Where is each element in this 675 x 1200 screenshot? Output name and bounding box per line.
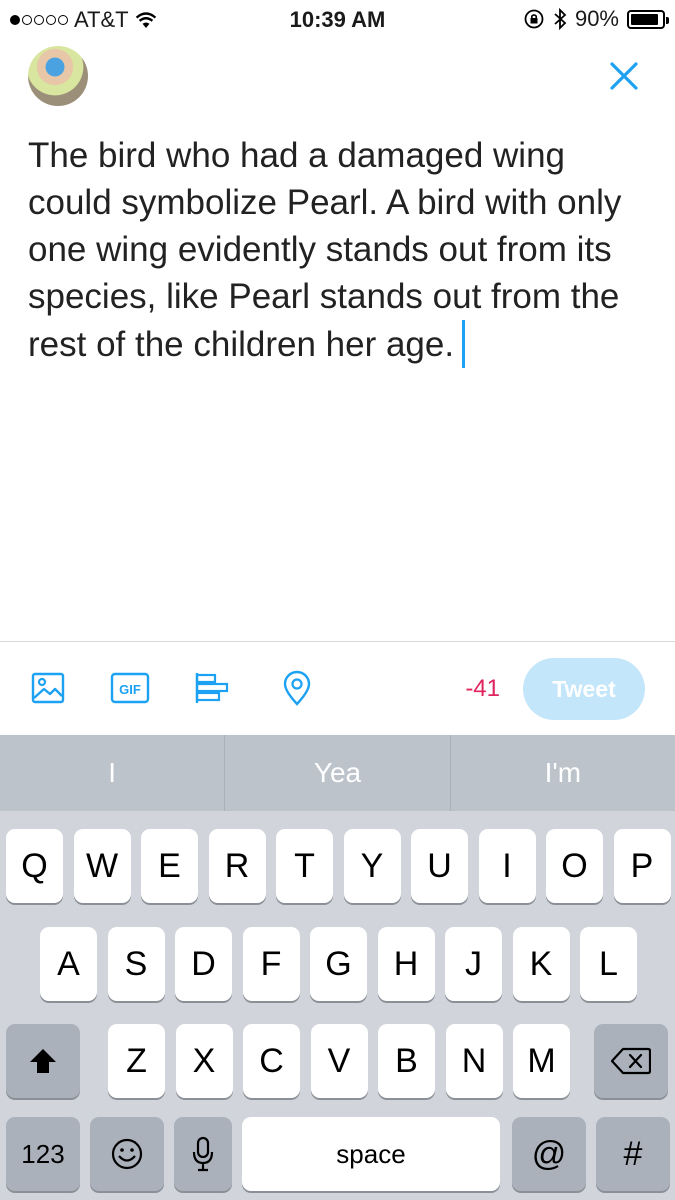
location-pin-icon	[283, 670, 311, 706]
space-key[interactable]: space	[242, 1117, 500, 1191]
dictation-key[interactable]	[174, 1117, 232, 1191]
character-count: -41	[465, 675, 500, 702]
backspace-icon	[611, 1047, 651, 1075]
battery-percent: 90%	[574, 6, 619, 31]
add-gif-button[interactable]: GIF	[110, 668, 150, 708]
divider	[0, 641, 675, 642]
letter-key[interactable]: R	[208, 829, 266, 903]
letter-key[interactable]: M	[513, 1024, 570, 1098]
numbers-key[interactable]: 123	[6, 1117, 80, 1191]
image-icon	[31, 672, 65, 704]
avatar[interactable]	[28, 46, 88, 106]
status-right: 90%	[523, 6, 669, 32]
letter-key[interactable]: S	[107, 927, 165, 1001]
letter-key[interactable]: N	[445, 1024, 503, 1098]
letter-key[interactable]: Z	[108, 1024, 165, 1098]
gif-icon: GIF	[110, 672, 150, 704]
shift-key[interactable]	[6, 1024, 80, 1098]
letter-key[interactable]: C	[243, 1024, 300, 1098]
bluetooth-icon	[554, 8, 567, 30]
suggestion-item[interactable]: Yea	[224, 735, 449, 811]
letter-key[interactable]: W	[73, 829, 131, 903]
add-photo-button[interactable]	[28, 668, 68, 708]
letter-key[interactable]: D	[175, 927, 232, 1001]
battery-icon	[627, 9, 669, 29]
status-bar: AT&T 10:39 AM 90%	[0, 0, 675, 40]
tweet-text: The bird who had a damaged wing could sy…	[28, 136, 622, 364]
letter-key[interactable]: K	[512, 927, 570, 1001]
backspace-key[interactable]	[594, 1024, 668, 1098]
letter-key[interactable]: V	[310, 1024, 368, 1098]
letter-key[interactable]: O	[546, 829, 603, 903]
close-button[interactable]	[600, 52, 648, 100]
letter-key[interactable]: Q	[6, 829, 63, 903]
letter-key[interactable]: H	[377, 927, 435, 1001]
letter-key[interactable]: A	[40, 927, 97, 1001]
letter-key[interactable]: L	[580, 927, 637, 1001]
poll-icon	[195, 673, 229, 703]
suggestion-item[interactable]: I'm	[449, 735, 675, 811]
tweet-compose-field[interactable]: The bird who had a damaged wing could sy…	[28, 132, 648, 368]
letter-key[interactable]: G	[310, 927, 367, 1001]
letter-key[interactable]: T	[276, 829, 333, 903]
letter-key[interactable]: X	[175, 1024, 233, 1098]
letter-key[interactable]: B	[378, 1024, 435, 1098]
close-icon	[610, 62, 638, 90]
letter-key[interactable]: J	[445, 927, 502, 1001]
keyboard: I Yea I'm QWERTYUIOPASDFGHJKLZXCVBNM 123…	[0, 735, 675, 1200]
rotation-lock-icon	[524, 9, 544, 29]
suggestion-item[interactable]: I	[0, 735, 224, 811]
tweet-button[interactable]: Tweet	[523, 658, 645, 720]
microphone-icon	[192, 1136, 214, 1172]
add-poll-button[interactable]	[193, 668, 233, 708]
letter-key[interactable]: P	[613, 829, 671, 903]
text-cursor	[462, 320, 466, 368]
suggestion-bar: I Yea I'm	[0, 735, 675, 811]
at-key[interactable]: @	[512, 1117, 586, 1191]
emoji-icon	[111, 1138, 143, 1170]
letter-key[interactable]: I	[478, 829, 536, 903]
letter-key[interactable]: E	[141, 829, 198, 903]
shift-icon	[30, 1049, 56, 1073]
letter-key[interactable]: F	[242, 927, 300, 1001]
hash-key[interactable]: #	[596, 1117, 670, 1191]
letter-key[interactable]: U	[411, 829, 468, 903]
add-location-button[interactable]	[277, 668, 317, 708]
gif-label: GIF	[119, 682, 141, 697]
letter-key[interactable]: Y	[343, 829, 401, 903]
emoji-key[interactable]	[90, 1117, 164, 1191]
